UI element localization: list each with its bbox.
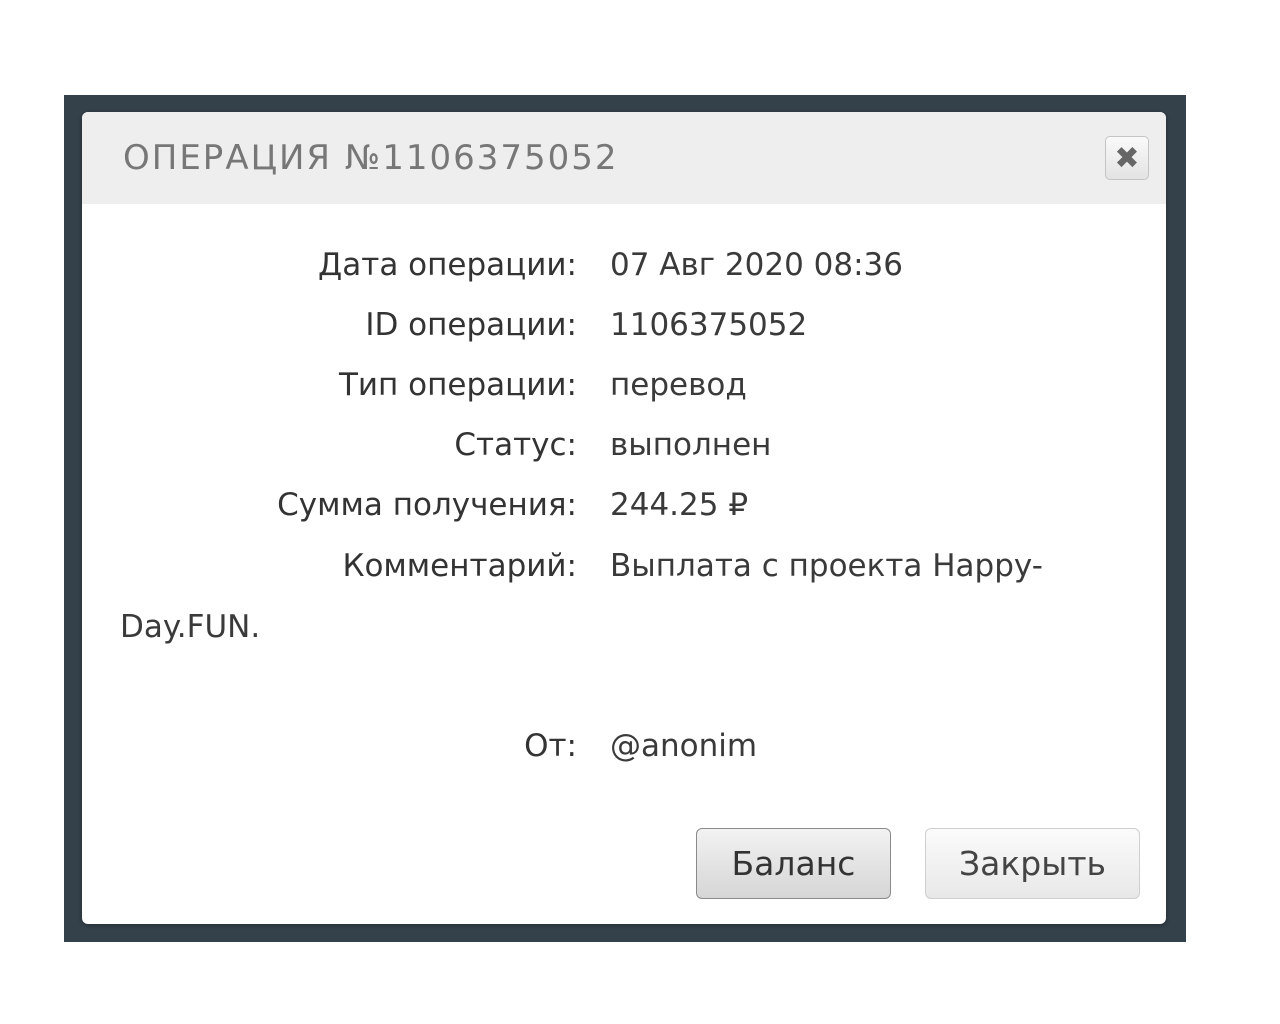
field-label: От:	[524, 728, 577, 764]
field-row-id: ID операции: 1106375052	[82, 307, 1166, 353]
close-icon: ✖	[1114, 140, 1140, 176]
field-label: Тип операции:	[338, 367, 577, 403]
field-value: 244.25 ₽	[610, 487, 749, 523]
field-row-comment: Комментарий: Выплата с проекта Happy-	[82, 548, 1166, 594]
field-label: Дата операции:	[318, 247, 577, 283]
field-row-status: Статус: выполнен	[82, 427, 1166, 473]
field-label: Сумма получения:	[277, 487, 577, 523]
dialog-header: ОПЕРАЦИЯ №1106375052 ✖	[82, 112, 1166, 204]
field-row-date: Дата операции: 07 Авг 2020 08:36	[82, 247, 1166, 293]
comment-value-continuation: Day.FUN.	[120, 609, 261, 645]
field-value: @anonim	[610, 728, 758, 764]
operation-dialog: ОПЕРАЦИЯ №1106375052 ✖ Дата операции: 07…	[82, 112, 1166, 924]
field-row-from: От: @anonim	[82, 728, 1166, 774]
field-label: Комментарий:	[342, 548, 577, 584]
field-value: Выплата с проекта Happy-	[610, 548, 1043, 584]
dialog-title: ОПЕРАЦИЯ №1106375052	[123, 138, 619, 178]
close-button[interactable]: Закрыть	[925, 828, 1140, 899]
field-label: ID операции:	[365, 307, 577, 343]
field-value: выполнен	[610, 427, 772, 463]
field-value: 07 Авг 2020 08:36	[610, 247, 904, 283]
field-value: перевод	[610, 367, 747, 403]
balance-button[interactable]: Баланс	[696, 828, 891, 899]
field-row-type: Тип операции: перевод	[82, 367, 1166, 413]
field-row-amount: Сумма получения: 244.25 ₽	[82, 487, 1166, 533]
field-value: 1106375052	[610, 307, 808, 343]
field-label: Статус:	[454, 427, 577, 463]
close-icon-button[interactable]: ✖	[1105, 136, 1149, 180]
